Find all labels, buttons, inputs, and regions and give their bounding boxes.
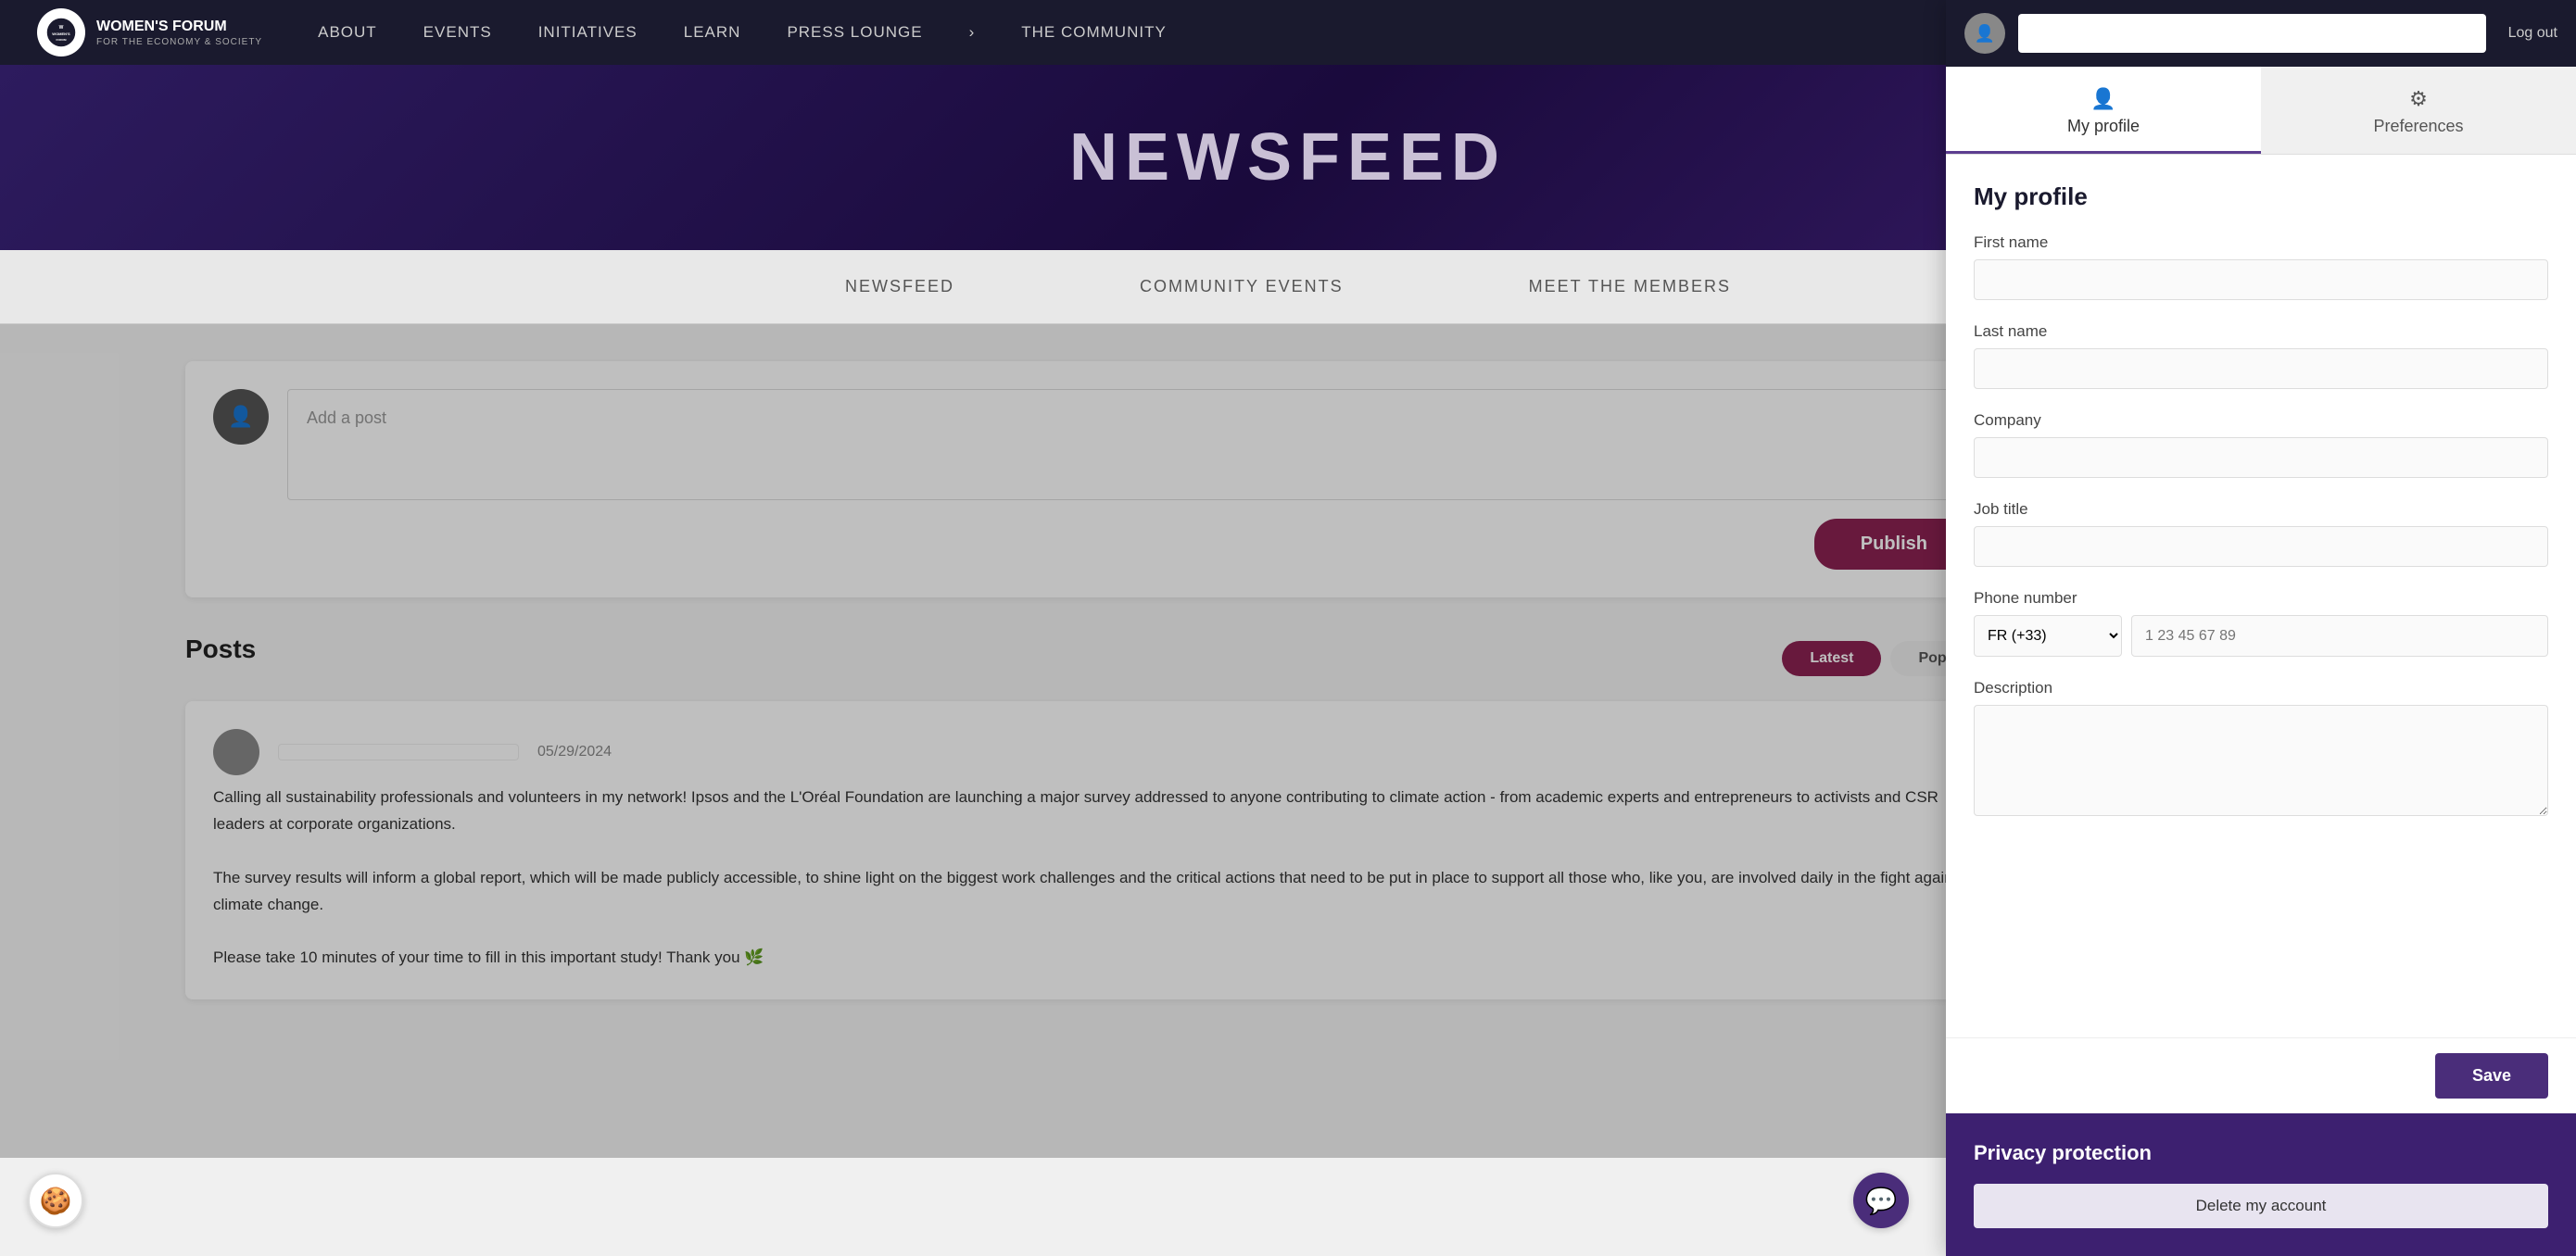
dim-overlay [0, 324, 1946, 1158]
company-input[interactable] [1974, 437, 2548, 478]
job-title-group: Job title [1974, 500, 2548, 567]
logo-circle: W WOMEN'S FORUM [37, 8, 85, 57]
profile-panel: 👤 Log out 👤 My profile ⚙ Preferences My … [1946, 0, 2576, 1256]
company-label: Company [1974, 411, 2548, 430]
delete-account-button[interactable]: Delete my account [1974, 1184, 2548, 1228]
description-input[interactable] [1974, 705, 2548, 816]
panel-avatar: 👤 [1964, 13, 2005, 54]
preferences-icon: ⚙ [2409, 87, 2428, 111]
panel-search-input[interactable] [2018, 14, 2486, 53]
save-button[interactable]: Save [2435, 1053, 2548, 1099]
tab-preferences[interactable]: ⚙ Preferences [2261, 67, 2576, 154]
tab-community-events[interactable]: COMMUNITY EVENTS [1140, 268, 1344, 306]
privacy-section: Privacy protection Delete my account [1946, 1113, 2576, 1256]
first-name-input[interactable] [1974, 259, 2548, 300]
tab-my-profile-label: My profile [2067, 117, 2140, 136]
phone-number-input[interactable] [2131, 615, 2548, 657]
svg-text:W: W [59, 25, 64, 31]
logo-subtitle: FOR THE ECONOMY & SOCIETY [96, 37, 262, 47]
last-name-label: Last name [1974, 322, 2548, 341]
tab-meet-members[interactable]: MEET THE MEMBERS [1529, 268, 1731, 306]
logout-link[interactable]: Log out [2508, 25, 2557, 42]
nav-about[interactable]: ABOUT [318, 23, 377, 42]
last-name-input[interactable] [1974, 348, 2548, 389]
panel-tabs: 👤 My profile ⚙ Preferences [1946, 67, 2576, 155]
hero-title: NEWSFEED [1069, 119, 1507, 195]
first-name-group: First name [1974, 233, 2548, 300]
phone-number-group: Phone number FR (+33) US (+1) UK (+44) D… [1974, 589, 2548, 657]
phone-country-select[interactable]: FR (+33) US (+1) UK (+44) DE (+49) ES (+… [1974, 615, 2122, 657]
job-title-label: Job title [1974, 500, 2548, 519]
nav-learn[interactable]: LEARN [684, 23, 741, 42]
nav-press-lounge[interactable]: PRESS LOUNGE [787, 23, 922, 42]
tab-newsfeed[interactable]: NEWSFEED [845, 268, 954, 306]
panel-title: My profile [1974, 182, 2548, 211]
logo-title: WOMEN'S FORUM [96, 18, 262, 37]
description-label: Description [1974, 679, 2548, 697]
panel-topbar: 👤 Log out [1946, 0, 2576, 67]
description-group: Description [1974, 679, 2548, 821]
nav-chevron: › [969, 23, 976, 42]
nav-initiatives[interactable]: INITIATIVES [538, 23, 638, 42]
chat-button[interactable]: 💬 [1853, 1173, 1909, 1228]
phone-number-label: Phone number [1974, 589, 2548, 608]
company-group: Company [1974, 411, 2548, 478]
save-row: Save [1946, 1037, 2576, 1113]
svg-text:WOMEN'S: WOMEN'S [52, 31, 70, 36]
logo: W WOMEN'S FORUM WOMEN'S FORUM FOR THE EC… [37, 8, 262, 57]
nav-community[interactable]: THE COMMUNITY [1021, 23, 1167, 42]
first-name-label: First name [1974, 233, 2548, 252]
nav-events[interactable]: EVENTS [423, 23, 492, 42]
cookie-button[interactable]: 🍪 [28, 1173, 83, 1228]
panel-body: My profile First name Last name Company … [1946, 155, 2576, 1037]
tab-preferences-label: Preferences [2373, 117, 2463, 136]
tab-my-profile[interactable]: 👤 My profile [1946, 67, 2261, 154]
svg-text:FORUM: FORUM [57, 38, 67, 42]
last-name-group: Last name [1974, 322, 2548, 389]
job-title-input[interactable] [1974, 526, 2548, 567]
privacy-title: Privacy protection [1974, 1141, 2548, 1165]
profile-icon: 👤 [2090, 87, 2115, 111]
